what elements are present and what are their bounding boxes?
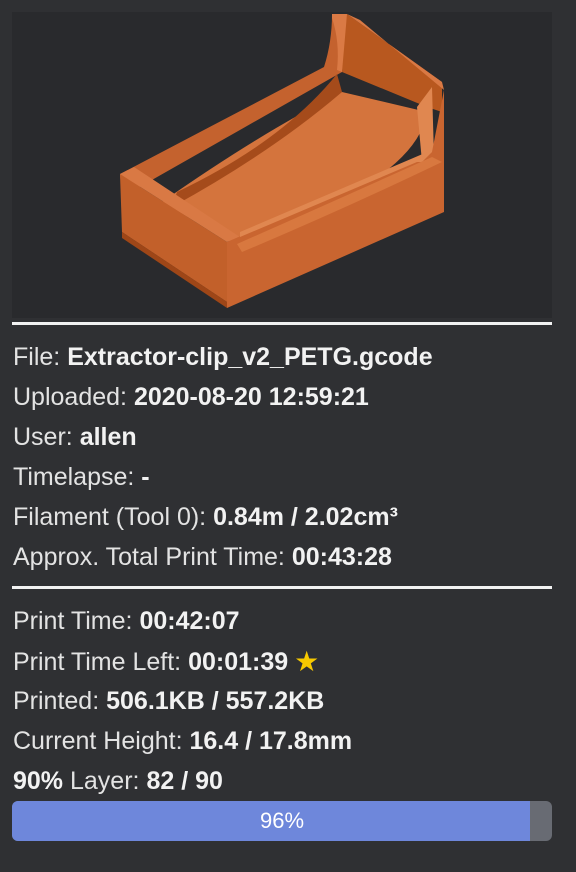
file-info-section: File: Extractor-clip_v2_PETG.gcode Uploa… [13, 337, 561, 577]
user-label: User: [13, 423, 73, 451]
divider-top [12, 322, 552, 325]
timelapse-row: Timelapse: - [13, 457, 561, 497]
approx-time-label: Approx. Total Print Time: [13, 543, 285, 571]
print-progress-bar: 96% [12, 801, 552, 841]
approx-time-row: Approx. Total Print Time: 00:43:28 [13, 537, 561, 577]
file-label: File: [13, 343, 61, 371]
model-preview-image [120, 14, 444, 308]
time-left-label: Print Time Left: [13, 648, 182, 676]
timelapse-value: - [141, 463, 150, 491]
star-icon[interactable]: ★ [294, 646, 319, 677]
progress-info-section: Print Time: 00:42:07 Print Time Left: 00… [13, 601, 561, 801]
print-time-value: 00:42:07 [139, 607, 240, 635]
layer-value: 82 / 90 [146, 767, 223, 795]
printed-label: Printed: [13, 687, 100, 715]
height-row: Current Height: 16.4 / 17.8mm [13, 721, 561, 761]
divider-middle [12, 586, 552, 589]
uploaded-label: Uploaded: [13, 383, 127, 411]
printed-row: Printed: 506.1KB / 557.2KB [13, 681, 561, 721]
approx-time-value: 00:43:28 [291, 543, 392, 571]
print-status-panel: File: Extractor-clip_v2_PETG.gcode Uploa… [0, 0, 576, 872]
uploaded-value: 2020-08-20 12:59:21 [133, 383, 369, 411]
model-thumbnail [12, 12, 552, 318]
time-left-row: Print Time Left: 00:01:39 ★ [13, 641, 561, 681]
printed-value: 506.1KB / 557.2KB [106, 687, 325, 715]
uploaded-row: Uploaded: 2020-08-20 12:59:21 [13, 377, 561, 417]
print-time-label: Print Time: [13, 607, 133, 635]
filament-value: 0.84m / 2.02cm³ [213, 503, 398, 531]
time-left-value: 00:01:39 [188, 648, 289, 676]
layer-row: 90% Layer: 82 / 90 [13, 761, 561, 801]
filament-label: Filament (Tool 0): [13, 503, 207, 531]
file-name: Extractor-clip_v2_PETG.gcode [67, 343, 433, 371]
user-row: User: allen [13, 417, 561, 457]
file-row: File: Extractor-clip_v2_PETG.gcode [13, 337, 561, 377]
filament-row: Filament (Tool 0): 0.84m / 2.02cm³ [13, 497, 561, 537]
layer-percent: 90% [13, 767, 64, 795]
user-value: allen [79, 423, 137, 451]
height-label: Current Height: [13, 727, 183, 755]
progress-bar-label: 96% [259, 808, 305, 833]
height-value: 16.4 / 17.8mm [189, 727, 353, 755]
print-time-row: Print Time: 00:42:07 [13, 601, 561, 641]
layer-label: Layer: [70, 767, 140, 795]
timelapse-label: Timelapse: [13, 463, 135, 491]
